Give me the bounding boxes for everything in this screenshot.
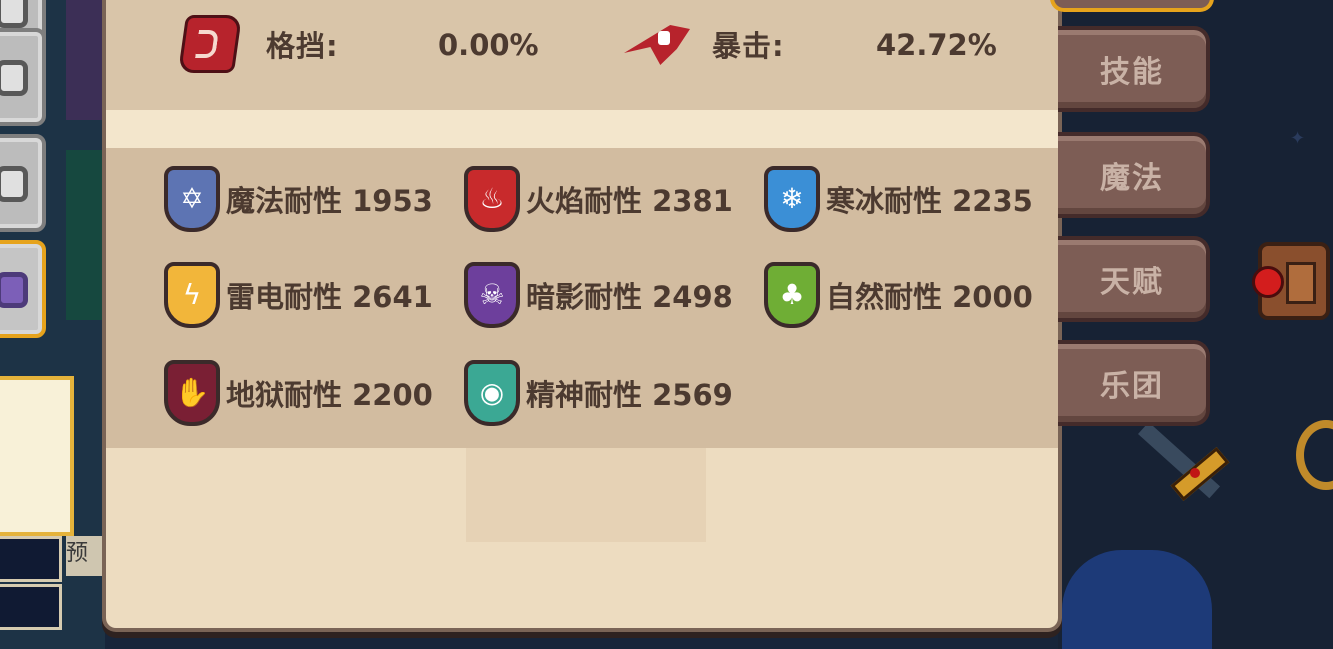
hell-claw-shield-icon: ✋	[164, 360, 220, 426]
tab-talent[interactable]: 天赋	[1058, 236, 1210, 322]
block-icon	[177, 15, 243, 73]
resistance-item: ✡ 魔法耐性 1953	[164, 164, 433, 234]
left-slot-dark[interactable]	[0, 584, 62, 630]
resistance-item: ◉ 精神耐性 2569	[464, 358, 733, 428]
notification-dot-icon	[1252, 266, 1284, 298]
resistance-label: 魔法耐性 1953	[226, 184, 433, 218]
spirit-eye-shield-icon: ◉	[464, 360, 520, 426]
resistance-label: 暗影耐性 2498	[526, 280, 733, 314]
resistance-item: ✋ 地狱耐性 2200	[164, 358, 433, 428]
resistance-label: 火焰耐性 2381	[526, 184, 733, 218]
star-decoration: ✦	[1290, 128, 1306, 149]
stat-value: 42.72%	[876, 28, 997, 62]
magic-star-shield-icon: ✡	[164, 166, 220, 232]
sword-icon[interactable]	[1120, 422, 1230, 510]
tab-magic[interactable]: 魔法	[1058, 132, 1210, 218]
left-slot-button[interactable]	[0, 28, 46, 126]
resistance-label: 地狱耐性 2200	[226, 378, 433, 412]
stat-label: 暴击:	[712, 29, 785, 63]
divider-band	[106, 110, 1058, 148]
ice-snowflake-shield-icon: ❄	[764, 166, 820, 232]
lightning-shield-icon: ϟ	[164, 262, 220, 328]
gem-icon	[0, 272, 28, 308]
nature-flame-shield-icon: ♣	[764, 262, 820, 328]
resistance-label: 寒冰耐性 2235	[826, 184, 1033, 218]
ring-icon	[0, 0, 28, 28]
sword-gem	[1190, 468, 1200, 478]
fire-shield-icon: ♨	[464, 166, 520, 232]
backpack-icon[interactable]	[1252, 242, 1330, 320]
stat-block: 格挡:	[177, 12, 339, 76]
left-info-card	[0, 376, 74, 536]
vine-decoration	[66, 150, 102, 320]
resistance-item: ❄ 寒冰耐性 2235	[764, 164, 1033, 234]
resistance-item: ♣ 自然耐性 2000	[764, 260, 1033, 330]
crit-icon	[624, 19, 690, 69]
ring-icon	[0, 166, 28, 202]
left-slot-button-selected[interactable]	[0, 240, 46, 338]
tab-band[interactable]: 乐团	[1058, 340, 1210, 426]
vine-decoration	[66, 0, 102, 120]
left-slot-dark[interactable]	[0, 536, 62, 582]
resistance-label: 自然耐性 2000	[826, 280, 1033, 314]
resistance-item: ϟ 雷电耐性 2641	[164, 260, 433, 330]
tab-attributes-selected[interactable]	[1050, 0, 1214, 12]
resistance-label: 精神耐性 2569	[526, 378, 733, 412]
stat-label: 格挡:	[266, 29, 339, 63]
water-decoration	[1062, 550, 1212, 649]
attributes-panel: 格挡: 0.00% 暴击: 42.72% ✡ 魔法耐性 1953 ♨ 火焰耐性 238…	[102, 0, 1062, 632]
resistance-item: ☠ 暗影耐性 2498	[464, 260, 733, 330]
resistance-label: 雷电耐性 2641	[226, 280, 433, 314]
left-slot-button[interactable]	[0, 134, 46, 232]
resistance-item: ♨ 火焰耐性 2381	[464, 164, 733, 234]
shadow-skull-shield-icon: ☠	[464, 262, 520, 328]
tab-skills[interactable]: 技能	[1058, 26, 1210, 112]
stat-value: 0.00%	[438, 28, 539, 62]
ring-icon	[0, 60, 28, 96]
backpack-flap	[1286, 262, 1316, 304]
stat-crit: 暴击:	[624, 12, 785, 76]
